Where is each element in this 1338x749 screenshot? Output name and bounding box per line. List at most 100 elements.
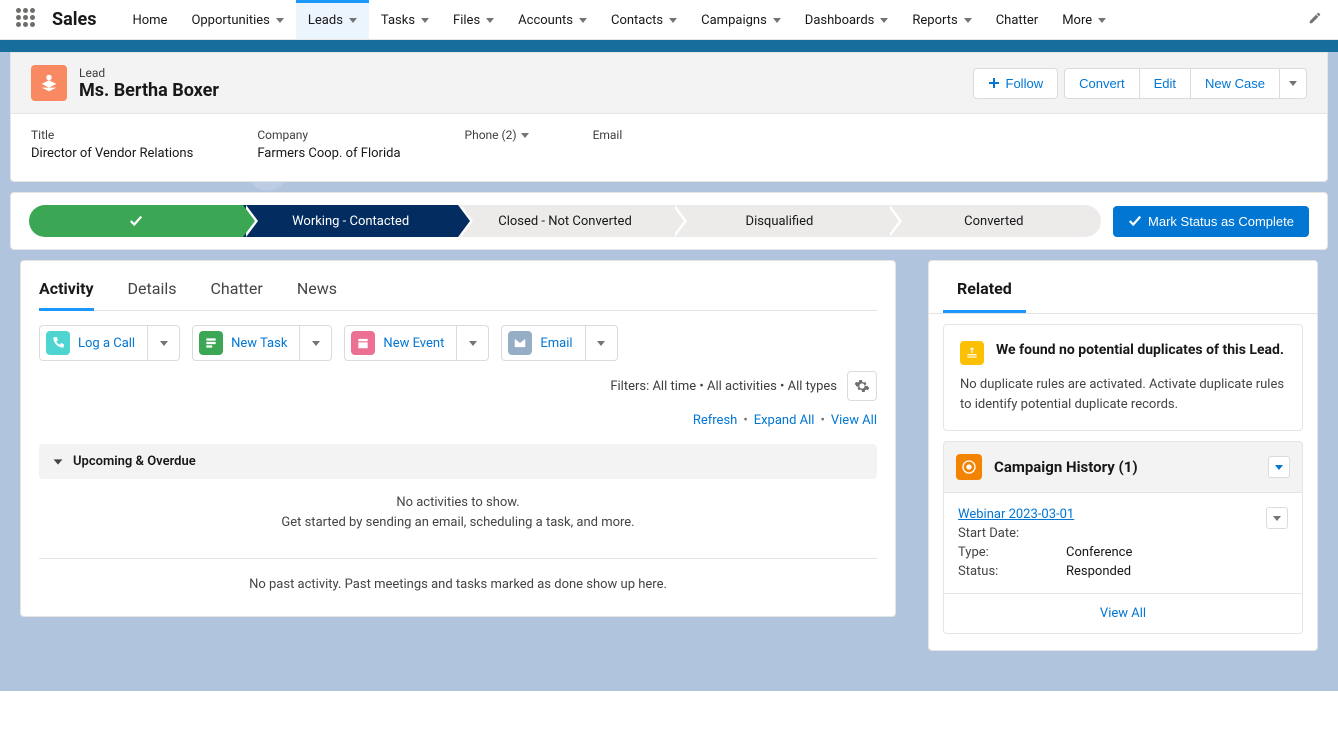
duplicates-card: We found no potential duplicates of this… [943, 324, 1303, 431]
new-event-button[interactable]: New Event [344, 325, 457, 361]
chevron-down-icon [276, 18, 284, 23]
chevron-down-icon [773, 18, 781, 23]
follow-button[interactable]: Follow [973, 68, 1059, 99]
campaign-history-menu[interactable] [1268, 456, 1290, 478]
nav-item-reports[interactable]: Reports [900, 0, 983, 39]
nav-items: Home Opportunities Leads Tasks Files Acc… [120, 0, 1118, 39]
field-title: Title Director of Vendor Relations [31, 128, 193, 161]
chevron-down-icon [880, 18, 888, 23]
campaign-item-menu[interactable] [1266, 507, 1288, 529]
path-stage-complete[interactable] [29, 205, 243, 237]
path-stage-closed-not-converted[interactable]: Closed - Not Converted [458, 205, 672, 237]
plus-icon [988, 77, 1000, 89]
tab-activity[interactable]: Activity [39, 261, 94, 310]
chevron-down-icon [349, 18, 357, 23]
nav-item-opportunities[interactable]: Opportunities [179, 0, 295, 39]
nav-item-campaigns[interactable]: Campaigns [689, 0, 793, 39]
chevron-down-icon [669, 18, 677, 23]
mark-complete-button[interactable]: Mark Status as Complete [1113, 206, 1309, 237]
log-a-call-dropdown[interactable] [148, 325, 180, 361]
app-launcher-icon[interactable] [16, 8, 40, 32]
check-icon [1128, 214, 1142, 228]
activity-settings-button[interactable] [847, 371, 877, 401]
convert-button[interactable]: Convert [1064, 68, 1140, 99]
email-dropdown[interactable] [586, 325, 618, 361]
chevron-down-icon [1098, 18, 1106, 23]
gear-icon [854, 378, 870, 394]
email-button[interactable]: Email [501, 325, 585, 361]
path-stage-converted[interactable]: Converted [887, 205, 1101, 237]
new-task-dropdown[interactable] [300, 325, 332, 361]
path-stages: Working - Contacted Closed - Not Convert… [29, 205, 1101, 237]
nav-item-files[interactable]: Files [441, 0, 506, 39]
chevron-down-icon [597, 341, 605, 346]
campaign-view-all[interactable]: View All [943, 594, 1303, 634]
filter-summary: Filters: All time • All activities • All… [610, 379, 837, 394]
campaign-start-date-label: Start Date: [958, 526, 1066, 541]
campaign-link[interactable]: Webinar 2023-03-01 [958, 507, 1074, 522]
nav-item-tasks[interactable]: Tasks [369, 0, 441, 39]
nav-item-accounts[interactable]: Accounts [506, 0, 599, 39]
new-event-dropdown[interactable] [457, 325, 489, 361]
lead-icon [31, 65, 67, 101]
record-header: Lead Ms. Bertha Boxer Follow Convert Edi… [10, 52, 1328, 182]
nav-item-contacts[interactable]: Contacts [599, 0, 689, 39]
decor-strip [0, 40, 1338, 52]
task-icon [199, 331, 223, 355]
campaign-type-value: Conference [1066, 545, 1132, 560]
nav-item-leads[interactable]: Leads [296, 0, 369, 39]
campaign-history-item: Webinar 2023-03-01 Start Date: Type:Conf… [943, 492, 1303, 594]
tab-chatter[interactable]: Chatter [211, 261, 263, 310]
app-name: Sales [52, 9, 96, 30]
campaign-status-value: Responded [1066, 564, 1131, 579]
new-task-button[interactable]: New Task [192, 325, 300, 361]
path-stage-working-contacted[interactable]: Working - Contacted [243, 205, 457, 237]
campaign-history-title: Campaign History (1) [994, 458, 1138, 476]
upcoming-overdue-section[interactable]: Upcoming & Overdue [39, 444, 877, 479]
path-bar: Working - Contacted Closed - Not Convert… [10, 192, 1328, 250]
chevron-down-icon [521, 133, 529, 138]
chevron-down-icon [421, 18, 429, 23]
chevron-down-icon [160, 341, 168, 346]
field-phone[interactable]: Phone (2) [465, 128, 529, 161]
chevron-down-icon [312, 341, 320, 346]
chevron-down-icon [964, 18, 972, 23]
nav-item-home[interactable]: Home [120, 0, 179, 39]
tab-details[interactable]: Details [128, 261, 177, 310]
view-all-link[interactable]: View All [831, 413, 877, 428]
chevron-down-icon [579, 18, 587, 23]
nav-item-dashboards[interactable]: Dashboards [793, 0, 901, 39]
campaign-type-label: Type: [958, 545, 1066, 560]
header-actions: Follow Convert Edit New Case [973, 68, 1307, 99]
email-icon [508, 331, 532, 355]
campaign-history-header: Campaign History (1) [943, 441, 1303, 492]
chevron-down-icon [1289, 81, 1297, 86]
check-icon [129, 214, 143, 228]
related-panel: Related We found no potential duplicates… [928, 260, 1318, 651]
page-background: Lead Ms. Bertha Boxer Follow Convert Edi… [0, 40, 1338, 691]
nav-item-more[interactable]: More [1050, 0, 1118, 39]
chevron-down-icon [486, 18, 494, 23]
chevron-down-icon [1275, 465, 1283, 470]
activity-actions: Log a Call New Task [39, 325, 877, 361]
nav-item-chatter[interactable]: Chatter [984, 0, 1051, 39]
edit-button[interactable]: Edit [1139, 68, 1191, 99]
chevron-down-icon [51, 455, 65, 469]
related-heading: Related [943, 261, 1026, 310]
tab-news[interactable]: News [297, 261, 337, 310]
global-nav: Sales Home Opportunities Leads Tasks Fil… [0, 0, 1338, 40]
no-activities-message: No activities to show. Get started by se… [39, 493, 877, 532]
edit-nav-button[interactable] [1300, 3, 1330, 37]
object-label: Lead [79, 66, 219, 80]
more-actions-button[interactable] [1279, 68, 1307, 99]
refresh-link[interactable]: Refresh [693, 413, 737, 428]
no-past-activity-message: No past activity. Past meetings and task… [39, 577, 877, 592]
call-icon [46, 331, 70, 355]
path-stage-disqualified[interactable]: Disqualified [672, 205, 886, 237]
chevron-down-icon [469, 341, 477, 346]
event-icon [351, 331, 375, 355]
new-case-button[interactable]: New Case [1190, 68, 1280, 99]
expand-all-link[interactable]: Expand All [754, 413, 815, 428]
campaign-status-label: Status: [958, 564, 1066, 579]
log-a-call-button[interactable]: Log a Call [39, 325, 148, 361]
